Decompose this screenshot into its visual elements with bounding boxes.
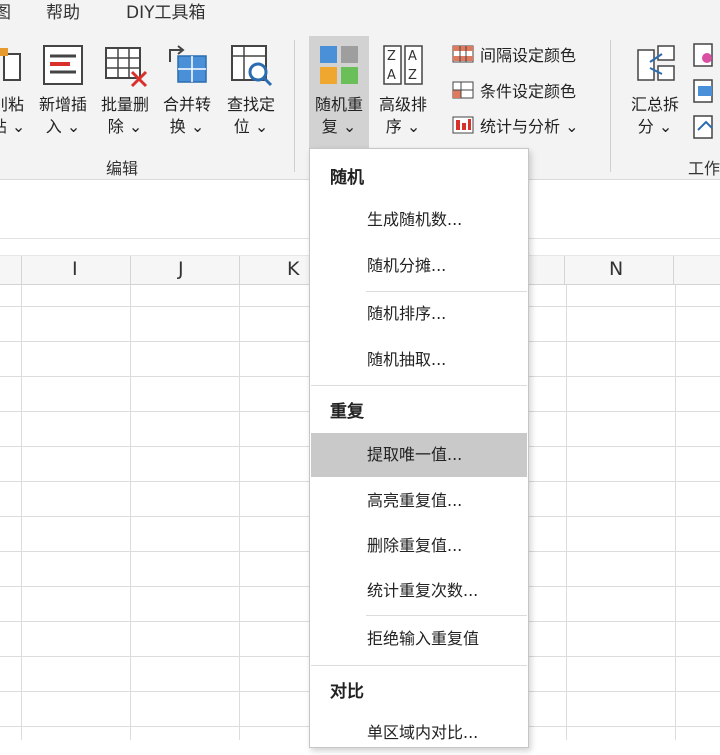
section-header-random: 随机 — [330, 168, 364, 188]
workbook-icons-partial[interactable] — [692, 42, 720, 146]
tab-partial[interactable]: 图 — [0, 0, 11, 23]
sort-az-icon: Z A A Z — [380, 42, 426, 88]
column-header-i[interactable]: I — [72, 258, 78, 280]
svg-text:A: A — [387, 68, 396, 83]
menu-tabs: 图 帮助 DIY工具箱 — [0, 0, 720, 23]
random-grid-icon — [316, 42, 362, 88]
workbook-tools-icon — [693, 43, 713, 139]
insert-button[interactable]: 新增插 入 ⌄ — [34, 42, 92, 138]
paste-button[interactable]: 刖粘 贴 ⌄ — [0, 42, 30, 138]
statistics-table-icon — [452, 116, 474, 134]
tab-diy-toolbox[interactable]: DIY工具箱 — [126, 0, 206, 23]
summary-split-icon — [632, 42, 678, 88]
delete-cells-icon — [102, 42, 148, 88]
random-duplicate-button[interactable]: 随机重 复 ⌄ — [309, 36, 369, 148]
insert-rows-icon — [40, 42, 86, 88]
menu-item-reject-duplicate-input[interactable]: 拒绝输入重复值 — [311, 617, 527, 661]
section-header-duplicate: 重复 — [330, 402, 364, 422]
random-duplicate-dropdown: 随机 生成随机数... 随机分摊... 随机排序... 随机抽取... 重复 提… — [309, 148, 529, 748]
menu-divider — [366, 615, 527, 616]
ribbon-divider-2 — [610, 40, 611, 172]
interval-color-button[interactable]: 间隔设定颜色 — [452, 41, 576, 67]
column-header-k[interactable]: K — [287, 258, 299, 280]
condition-table-icon — [452, 81, 474, 99]
svg-text:Z: Z — [408, 68, 417, 83]
menu-item-random-split[interactable]: 随机分摊... — [311, 244, 527, 288]
find-icon — [228, 42, 274, 88]
menu-item-random-sort[interactable]: 随机排序... — [311, 292, 527, 336]
menu-item-generate-random[interactable]: 生成随机数... — [311, 198, 527, 242]
paste-icon — [0, 42, 32, 88]
statistics-analysis-button[interactable]: 统计与分析 ⌄ — [452, 112, 579, 138]
svg-text:Z: Z — [387, 49, 396, 64]
menu-item-highlight-duplicates[interactable]: 高亮重复值... — [311, 479, 527, 523]
section-header-compare: 对比 — [330, 682, 364, 702]
svg-text:A: A — [408, 49, 417, 64]
ribbon-divider — [294, 40, 295, 172]
menu-item-compare-single-range[interactable]: 单区域内对比... — [311, 711, 527, 755]
menu-item-delete-duplicates[interactable]: 删除重复值... — [311, 524, 527, 568]
group-label-work: 工作 — [688, 159, 720, 178]
merge-convert-button[interactable]: 合并转 换 ⌄ — [158, 42, 216, 138]
advanced-sort-button[interactable]: Z A A Z 高级排 序 ⌄ — [373, 42, 433, 138]
summary-split-button[interactable]: 汇总拆 分 ⌄ — [624, 42, 686, 138]
batch-delete-button[interactable]: 批量删 除 ⌄ — [96, 42, 154, 138]
column-header-j[interactable]: J — [178, 258, 184, 280]
menu-section-divider — [311, 665, 527, 666]
find-locate-button[interactable]: 查找定 位 ⌄ — [222, 42, 280, 138]
condition-color-button[interactable]: 条件设定颜色 — [452, 77, 576, 103]
menu-item-extract-unique[interactable]: 提取唯一值... — [311, 433, 527, 477]
menu-section-divider — [311, 385, 527, 386]
menu-item-count-duplicates[interactable]: 统计重复次数... — [311, 569, 527, 613]
column-header-n[interactable]: N — [609, 258, 623, 280]
menu-item-random-pick[interactable]: 随机抽取... — [311, 338, 527, 382]
group-label-edit: 编辑 — [106, 159, 139, 178]
striped-table-icon — [452, 45, 474, 63]
merge-icon — [164, 42, 210, 88]
tab-help[interactable]: 帮助 — [46, 0, 80, 23]
